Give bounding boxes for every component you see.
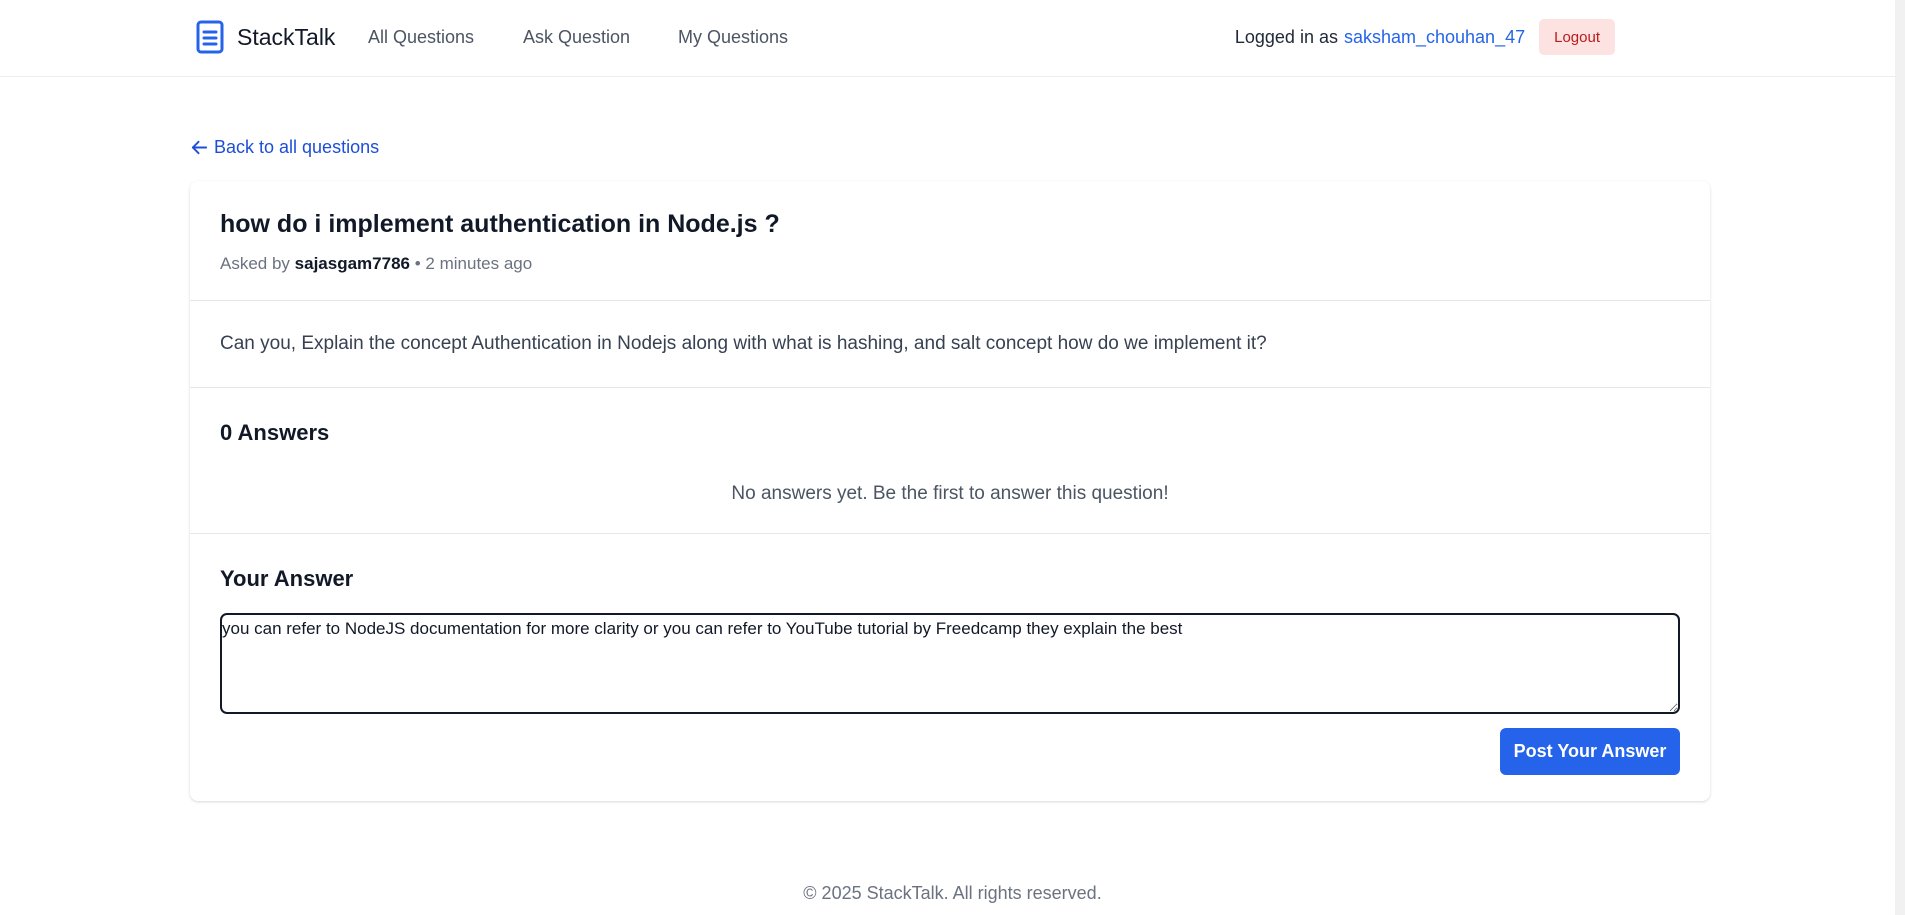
page-scrollbar[interactable]: [1895, 0, 1905, 915]
post-answer-button[interactable]: Post Your Answer: [1500, 728, 1680, 775]
answer-form: Your Answer you can refer to NodeJS docu…: [190, 534, 1710, 801]
question-body: Can you, Explain the concept Authenticat…: [220, 333, 1267, 354]
question-header: how do i implement authentication in Nod…: [190, 181, 1710, 301]
question-title: how do i implement authentication in Nod…: [220, 210, 780, 238]
footer-copyright: © 2025 StackTalk. All rights reserved.: [803, 883, 1102, 903]
question-meta: Asked by sajasgam7786 • 2 minutes ago: [220, 254, 532, 274]
nav-link-ask-question[interactable]: Ask Question: [523, 27, 630, 48]
brand-logo-link[interactable]: StackTalk: [196, 20, 335, 54]
arrow-left-icon: [191, 140, 208, 155]
back-link-label: Back to all questions: [214, 137, 380, 157]
question-card: how do i implement authentication in Nod…: [190, 181, 1710, 801]
answers-count-heading: 0 Answers: [220, 420, 330, 445]
back-to-questions-link[interactable]: Back to all questions: [190, 137, 379, 158]
nav-link-all-questions[interactable]: All Questions: [368, 27, 474, 48]
nav-link-my-questions[interactable]: My Questions: [678, 27, 788, 48]
question-body-section: Can you, Explain the concept Authenticat…: [190, 301, 1710, 388]
logout-button[interactable]: Logout: [1539, 19, 1615, 55]
no-answers-message: No answers yet. Be the first to answer t…: [731, 483, 1169, 504]
your-answer-heading: Your Answer: [220, 566, 354, 591]
asked-by-label: Asked by: [220, 254, 290, 273]
username-link[interactable]: saksham_chouhan_47: [1344, 27, 1525, 48]
logged-in-label: Logged in as: [1234, 26, 1338, 47]
answers-section: 0 Answers No answers yet. Be the first t…: [190, 388, 1710, 534]
question-time: 2 minutes ago: [425, 254, 533, 273]
meta-separator: •: [414, 254, 421, 273]
document-icon: [196, 20, 224, 54]
brand-name: StackTalk: [237, 23, 336, 50]
user-area: Logged in as saksham_chouhan_47 Logout: [1235, 19, 1615, 55]
answer-textarea[interactable]: you can refer to NodeJS documentation fo…: [220, 613, 1680, 714]
question-author: sajasgam7786: [294, 254, 410, 273]
navbar: StackTalk All Questions Ask Question My …: [0, 0, 1905, 77]
